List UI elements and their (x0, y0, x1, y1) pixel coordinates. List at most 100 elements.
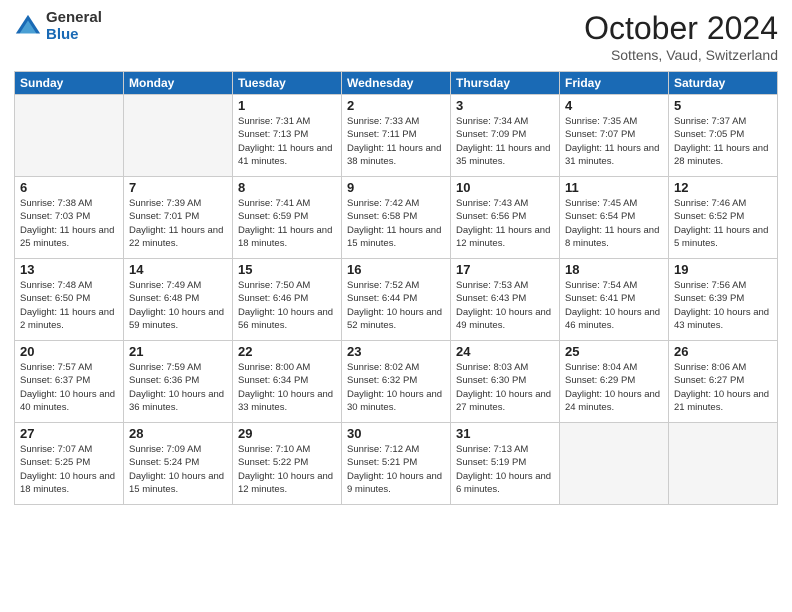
table-row (560, 423, 669, 505)
day-number: 8 (238, 180, 336, 195)
day-number: 25 (565, 344, 663, 359)
day-info: Sunrise: 7:53 AM Sunset: 6:43 PM Dayligh… (456, 279, 554, 332)
table-row: 18Sunrise: 7:54 AM Sunset: 6:41 PM Dayli… (560, 259, 669, 341)
table-row: 1 Sunrise: 7:31 AM Sunset: 7:13 PM Daylig… (233, 95, 342, 177)
table-row: 9 Sunrise: 7:42 AM Sunset: 6:58 PM Daylig… (342, 177, 451, 259)
table-row: 20 Sunrise: 7:57 AM Sunset: 6:37 PM Dayli… (15, 341, 124, 423)
logo-blue-text: Blue (46, 27, 102, 44)
day-number: 30 (347, 426, 445, 441)
day-info: Sunrise: 7:07 AM Sunset: 5:25 PM Dayligh… (20, 443, 118, 496)
day-info: Sunrise: 7:46 AM Sunset: 6:52 PM Dayligh… (674, 197, 772, 250)
table-row: 15 Sunrise: 7:50 AM Sunset: 6:46 PM Dayli… (233, 259, 342, 341)
page-header: General Blue October 2024 Sottens, Vaud,… (14, 10, 778, 63)
table-row: 21 Sunrise: 7:59 AM Sunset: 6:36 PM Dayli… (124, 341, 233, 423)
table-row: 12Sunrise: 7:46 AM Sunset: 6:52 PM Dayli… (669, 177, 778, 259)
day-info: Sunrise: 7:41 AM Sunset: 6:59 PM Dayligh… (238, 197, 336, 250)
calendar-week-row: 6 Sunrise: 7:38 AM Sunset: 7:03 PM Daylig… (15, 177, 778, 259)
day-info: Sunrise: 7:33 AM Sunset: 7:11 PM Dayligh… (347, 115, 445, 168)
calendar-table: Sunday Monday Tuesday Wednesday Thursday… (14, 71, 778, 505)
day-number: 1 (238, 98, 336, 113)
day-number: 11 (565, 180, 663, 195)
header-thursday: Thursday (451, 72, 560, 95)
day-number: 16 (347, 262, 445, 277)
day-info: Sunrise: 7:38 AM Sunset: 7:03 PM Dayligh… (20, 197, 118, 250)
table-row: 25 Sunrise: 8:04 AM Sunset: 6:29 PM Dayli… (560, 341, 669, 423)
calendar-week-row: 20 Sunrise: 7:57 AM Sunset: 6:37 PM Dayli… (15, 341, 778, 423)
table-row: 22Sunrise: 8:00 AM Sunset: 6:34 PM Dayli… (233, 341, 342, 423)
header-monday: Monday (124, 72, 233, 95)
table-row: 4Sunrise: 7:35 AM Sunset: 7:07 PM Daylig… (560, 95, 669, 177)
day-number: 24 (456, 344, 554, 359)
day-info: Sunrise: 7:10 AM Sunset: 5:22 PM Dayligh… (238, 443, 336, 496)
day-number: 27 (20, 426, 118, 441)
day-number: 21 (129, 344, 227, 359)
day-info: Sunrise: 7:57 AM Sunset: 6:37 PM Dayligh… (20, 361, 118, 414)
day-number: 14 (129, 262, 227, 277)
day-info: Sunrise: 7:09 AM Sunset: 5:24 PM Dayligh… (129, 443, 227, 496)
table-row: 7Sunrise: 7:39 AM Sunset: 7:01 PM Daylig… (124, 177, 233, 259)
calendar-week-row: 27 Sunrise: 7:07 AM Sunset: 5:25 PM Dayli… (15, 423, 778, 505)
table-row: 10Sunrise: 7:43 AM Sunset: 6:56 PM Dayli… (451, 177, 560, 259)
day-number: 23 (347, 344, 445, 359)
logo: General Blue (14, 10, 102, 43)
table-row (124, 95, 233, 177)
table-row: 8 Sunrise: 7:41 AM Sunset: 6:59 PM Daylig… (233, 177, 342, 259)
day-number: 20 (20, 344, 118, 359)
logo-icon (14, 13, 42, 41)
day-number: 5 (674, 98, 772, 113)
day-info: Sunrise: 7:49 AM Sunset: 6:48 PM Dayligh… (129, 279, 227, 332)
day-number: 6 (20, 180, 118, 195)
table-row: 5 Sunrise: 7:37 AM Sunset: 7:05 PM Daylig… (669, 95, 778, 177)
table-row: 19 Sunrise: 7:56 AM Sunset: 6:39 PM Dayli… (669, 259, 778, 341)
table-row: 3 Sunrise: 7:34 AM Sunset: 7:09 PM Daylig… (451, 95, 560, 177)
day-info: Sunrise: 8:04 AM Sunset: 6:29 PM Dayligh… (565, 361, 663, 414)
header-saturday: Saturday (669, 72, 778, 95)
table-row: 24 Sunrise: 8:03 AM Sunset: 6:30 PM Dayli… (451, 341, 560, 423)
table-row: 11 Sunrise: 7:45 AM Sunset: 6:54 PM Dayli… (560, 177, 669, 259)
day-info: Sunrise: 7:45 AM Sunset: 6:54 PM Dayligh… (565, 197, 663, 250)
table-row: 27 Sunrise: 7:07 AM Sunset: 5:25 PM Dayli… (15, 423, 124, 505)
month-title: October 2024 (584, 10, 778, 47)
day-info: Sunrise: 7:48 AM Sunset: 6:50 PM Dayligh… (20, 279, 118, 332)
day-info: Sunrise: 7:50 AM Sunset: 6:46 PM Dayligh… (238, 279, 336, 332)
header-friday: Friday (560, 72, 669, 95)
day-number: 22 (238, 344, 336, 359)
day-number: 15 (238, 262, 336, 277)
header-tuesday: Tuesday (233, 72, 342, 95)
day-info: Sunrise: 7:56 AM Sunset: 6:39 PM Dayligh… (674, 279, 772, 332)
day-number: 10 (456, 180, 554, 195)
day-number: 17 (456, 262, 554, 277)
day-info: Sunrise: 7:12 AM Sunset: 5:21 PM Dayligh… (347, 443, 445, 496)
day-number: 9 (347, 180, 445, 195)
logo-general-text: General (46, 10, 102, 27)
table-row: 13Sunrise: 7:48 AM Sunset: 6:50 PM Dayli… (15, 259, 124, 341)
table-row: 30 Sunrise: 7:12 AM Sunset: 5:21 PM Dayli… (342, 423, 451, 505)
table-row: 2Sunrise: 7:33 AM Sunset: 7:11 PM Daylig… (342, 95, 451, 177)
header-wednesday: Wednesday (342, 72, 451, 95)
day-info: Sunrise: 7:59 AM Sunset: 6:36 PM Dayligh… (129, 361, 227, 414)
day-info: Sunrise: 7:31 AM Sunset: 7:13 PM Dayligh… (238, 115, 336, 168)
table-row: 23 Sunrise: 8:02 AM Sunset: 6:32 PM Dayli… (342, 341, 451, 423)
day-info: Sunrise: 8:03 AM Sunset: 6:30 PM Dayligh… (456, 361, 554, 414)
day-number: 3 (456, 98, 554, 113)
title-block: October 2024 Sottens, Vaud, Switzerland (584, 10, 778, 63)
day-number: 28 (129, 426, 227, 441)
day-number: 19 (674, 262, 772, 277)
location-text: Sottens, Vaud, Switzerland (584, 47, 778, 63)
day-info: Sunrise: 7:13 AM Sunset: 5:19 PM Dayligh… (456, 443, 554, 496)
table-row: 26Sunrise: 8:06 AM Sunset: 6:27 PM Dayli… (669, 341, 778, 423)
day-info: Sunrise: 8:02 AM Sunset: 6:32 PM Dayligh… (347, 361, 445, 414)
day-number: 4 (565, 98, 663, 113)
table-row: 17 Sunrise: 7:53 AM Sunset: 6:43 PM Dayli… (451, 259, 560, 341)
day-info: Sunrise: 7:34 AM Sunset: 7:09 PM Dayligh… (456, 115, 554, 168)
table-row: 31Sunrise: 7:13 AM Sunset: 5:19 PM Dayli… (451, 423, 560, 505)
calendar-week-row: 13Sunrise: 7:48 AM Sunset: 6:50 PM Dayli… (15, 259, 778, 341)
day-info: Sunrise: 7:37 AM Sunset: 7:05 PM Dayligh… (674, 115, 772, 168)
day-info: Sunrise: 8:06 AM Sunset: 6:27 PM Dayligh… (674, 361, 772, 414)
table-row: 6 Sunrise: 7:38 AM Sunset: 7:03 PM Daylig… (15, 177, 124, 259)
day-number: 7 (129, 180, 227, 195)
table-row: 14 Sunrise: 7:49 AM Sunset: 6:48 PM Dayli… (124, 259, 233, 341)
day-info: Sunrise: 7:42 AM Sunset: 6:58 PM Dayligh… (347, 197, 445, 250)
table-row: 28 Sunrise: 7:09 AM Sunset: 5:24 PM Dayli… (124, 423, 233, 505)
calendar-header-row: Sunday Monday Tuesday Wednesday Thursday… (15, 72, 778, 95)
